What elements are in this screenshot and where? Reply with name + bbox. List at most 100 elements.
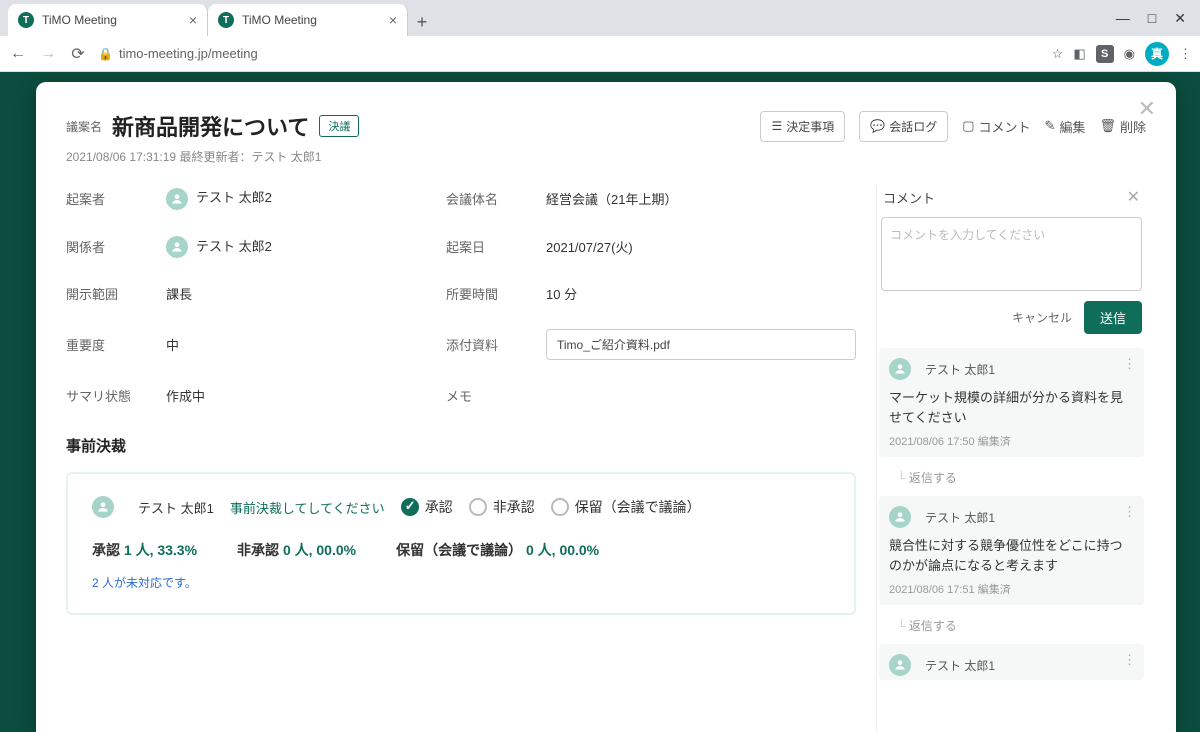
radio-approve[interactable]: 承認	[401, 497, 453, 517]
comment-timestamp: 2021/08/06 17:50 編集済	[889, 433, 1134, 449]
label-importance: 重要度	[66, 335, 146, 354]
label-proposed-date: 起案日	[446, 237, 526, 256]
label-participants: 関係者	[66, 237, 146, 256]
new-tab-button[interactable]: +	[408, 8, 436, 36]
pending-note: 2 人が未対応です。	[92, 574, 830, 591]
label-disclosure: 開示範囲	[66, 284, 146, 303]
label-attachment: 添付資料	[446, 335, 526, 354]
tab-close-icon[interactable]: ×	[189, 12, 197, 28]
label-proposer: 起案者	[66, 189, 146, 208]
value-importance: 中	[166, 335, 426, 354]
app-background: ✕ 議案名 新商品開発について 決議 ☰決定事項 💬会話ログ ▢コメント ✎編集…	[0, 72, 1200, 732]
comment-author: テスト 太郎1	[925, 509, 995, 526]
avatar-icon	[889, 358, 911, 380]
call-log-button[interactable]: 💬会話ログ	[859, 111, 948, 142]
modal-main: 起案者 テスト 太郎2 会議体名 経営会議（21年上期） 関係者 テスト 太郎2…	[66, 187, 856, 732]
value-proposed-date: 2021/07/27(火)	[546, 237, 856, 256]
value-summary-status: 作成中	[166, 386, 426, 405]
close-window-icon[interactable]: ✕	[1174, 10, 1186, 27]
comment-reply-button[interactable]: 返信する	[877, 463, 1146, 496]
approval-section-title: 事前決裁	[66, 435, 856, 456]
modal-close-icon[interactable]: ✕	[1138, 96, 1156, 122]
meeting-modal: ✕ 議案名 新商品開発について 決議 ☰決定事項 💬会話ログ ▢コメント ✎編集…	[36, 82, 1176, 732]
label-summary-status: サマリ状態	[66, 386, 146, 405]
value-duration: 10 分	[546, 284, 856, 303]
title-prefix-label: 議案名	[66, 118, 102, 135]
comment-author: テスト 太郎1	[925, 361, 995, 378]
minimize-icon[interactable]: —	[1116, 10, 1130, 27]
trash-icon: 🗑	[1099, 118, 1116, 134]
edit-button[interactable]: ✎編集	[1045, 117, 1086, 136]
browser-extensions: ☆ ◧ S ◉ 真 ⋮	[1052, 42, 1192, 66]
maximize-icon[interactable]: □	[1148, 10, 1156, 27]
chat-icon: 💬	[870, 119, 885, 133]
avatar-icon	[889, 506, 911, 528]
forward-icon[interactable]: →	[38, 45, 58, 63]
address-bar: ← → ⟳ 🔒 timo-meeting.jp/meeting ☆ ◧ S ◉ …	[0, 36, 1200, 72]
comment-menu-icon[interactable]: ⋮	[1123, 652, 1136, 668]
window-controls: — □ ✕	[1116, 10, 1200, 27]
comment-panel-close-icon[interactable]: ✕	[1127, 187, 1140, 207]
comment-timestamp: 2021/08/06 17:51 編集済	[889, 581, 1134, 597]
tab-title: TiMO Meeting	[42, 13, 117, 27]
avatar-icon	[166, 236, 188, 258]
decisions-button[interactable]: ☰決定事項	[760, 111, 845, 142]
last-updated: 2021/08/06 17:31:19 最終更新者：テスト 太郎1	[66, 148, 1146, 165]
radio-hold[interactable]: 保留（会議で議論）	[551, 497, 701, 517]
comment-item: ⋮ テスト 太郎1 競合性に対する競争優位性をどこに持つのかが論点になると考えま…	[879, 496, 1144, 605]
status-badge: 決議	[319, 115, 359, 137]
tab-close-icon[interactable]: ×	[389, 12, 397, 28]
favicon-icon: T	[18, 12, 34, 28]
favicon-icon: T	[218, 12, 234, 28]
reload-icon[interactable]: ⟳	[68, 44, 88, 64]
comment-text: マーケット規模の詳細が分かる資料を見せてください	[889, 388, 1134, 427]
profile-avatar[interactable]: 真	[1145, 42, 1169, 66]
approval-user: テスト 太郎1	[138, 498, 214, 517]
comment-panel: コメント ✕ コメントを入力してください キャンセル 送信 ⋮ テスト 太郎1 …	[876, 187, 1146, 732]
comment-reply-button[interactable]: 返信する	[877, 611, 1146, 644]
attachment-file[interactable]: Timo_ご紹介資料.pdf	[546, 329, 856, 360]
page-title: 新商品開発について	[112, 110, 309, 142]
avatar-icon	[166, 188, 188, 210]
extension-badge[interactable]: S	[1096, 45, 1114, 63]
approval-request-row: テスト 太郎1 事前決裁してしてください 承認 非承認 保留（会議で議論）	[92, 496, 830, 518]
extension-icon[interactable]: ◧	[1073, 46, 1085, 62]
modal-toolbar: ☰決定事項 💬会話ログ ▢コメント ✎編集 🗑削除	[760, 111, 1146, 142]
avatar-icon	[889, 654, 911, 676]
browser-tab-active[interactable]: T TiMO Meeting ×	[8, 4, 208, 36]
label-meeting-body: 会議体名	[446, 189, 526, 208]
comment-panel-title: コメント	[883, 188, 935, 207]
comment-author: テスト 太郎1	[925, 657, 995, 674]
comment-menu-icon[interactable]: ⋮	[1123, 356, 1136, 372]
url-field[interactable]: 🔒 timo-meeting.jp/meeting	[98, 46, 1042, 61]
avatar-icon	[92, 496, 114, 518]
comment-text: 競合性に対する競争優位性をどこに持つのかが論点になると考えます	[889, 536, 1134, 575]
value-meeting-body: 経営会議（21年上期）	[546, 189, 856, 208]
label-duration: 所要時間	[446, 284, 526, 303]
approval-message: 事前決裁してしてください	[230, 498, 385, 517]
comment-input[interactable]: コメントを入力してください	[881, 217, 1142, 291]
url-text: timo-meeting.jp/meeting	[119, 46, 258, 61]
comment-menu-icon[interactable]: ⋮	[1123, 504, 1136, 520]
comment-button[interactable]: ▢コメント	[962, 117, 1030, 136]
pencil-icon: ✎	[1045, 118, 1056, 134]
comment-send-button[interactable]: 送信	[1084, 301, 1142, 334]
radio-reject[interactable]: 非承認	[469, 497, 535, 517]
approval-box: テスト 太郎1 事前決裁してしてください 承認 非承認 保留（会議で議論） 承認…	[66, 472, 856, 615]
approval-stats: 承認 1 人, 33.3% 非承認 0 人, 00.0% 保留（会議で議論） 0…	[92, 540, 830, 560]
kebab-menu-icon[interactable]: ⋮	[1179, 46, 1192, 62]
browser-tab[interactable]: T TiMO Meeting ×	[208, 4, 408, 36]
details-grid: 起案者 テスト 太郎2 会議体名 経営会議（21年上期） 関係者 テスト 太郎2…	[66, 187, 856, 405]
label-memo: メモ	[446, 386, 526, 405]
value-participants: テスト 太郎2	[166, 236, 426, 259]
value-proposer: テスト 太郎2	[166, 187, 426, 210]
extension-icon[interactable]: ◉	[1124, 46, 1135, 62]
star-icon[interactable]: ☆	[1052, 46, 1064, 62]
modal-title-bar: 議案名 新商品開発について 決議 ☰決定事項 💬会話ログ ▢コメント ✎編集 🗑…	[66, 110, 1146, 142]
lock-icon: 🔒	[98, 47, 113, 61]
list-icon: ☰	[771, 119, 782, 133]
comment-cancel-button[interactable]: キャンセル	[1012, 309, 1072, 326]
tab-title: TiMO Meeting	[242, 13, 317, 27]
back-icon[interactable]: ←	[8, 45, 28, 63]
comment-icon: ▢	[962, 118, 974, 134]
